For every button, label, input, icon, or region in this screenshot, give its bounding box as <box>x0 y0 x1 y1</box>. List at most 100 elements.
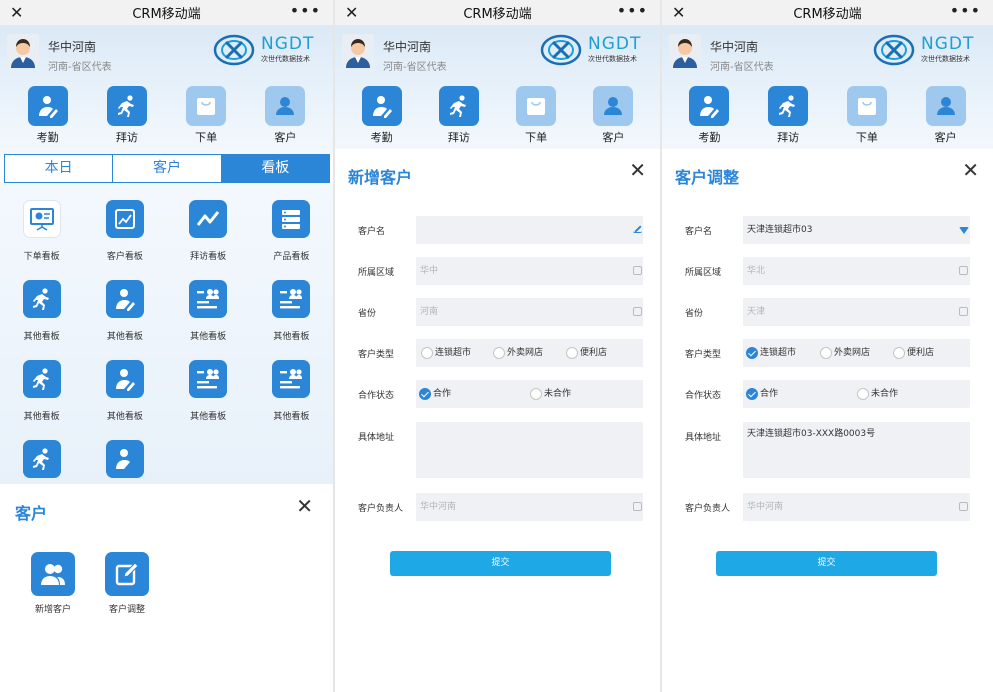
pencil-icon <box>633 224 642 233</box>
logo-mark-icon <box>873 34 915 66</box>
type-radio-convenience[interactable]: 便利店 <box>566 347 607 359</box>
add-customer-button[interactable]: 新增客户 <box>30 552 76 615</box>
board-item-other[interactable]: 其他看板 <box>83 280 166 342</box>
shortcut-visit[interactable]: 拜访 <box>759 86 817 145</box>
logo-subtitle: 次世代数据技术 <box>921 55 970 63</box>
shortcut-attendance[interactable]: 考勤 <box>353 86 411 145</box>
presentation-icon <box>22 200 61 238</box>
field-label: 具体地址 <box>358 433 395 443</box>
close-icon[interactable]: ✕ <box>962 158 979 182</box>
radio-label: 合作 <box>760 389 779 399</box>
shortcut-attendance[interactable]: 考勤 <box>19 86 77 145</box>
customer-type-row: 客户类型 连锁超市 外卖网店 便利店 <box>335 339 660 367</box>
customer-type-group: 连锁超市 外卖网店 便利店 <box>743 339 970 367</box>
board-item-other[interactable]: 其他看板 <box>167 280 250 342</box>
board-label: 其他看板 <box>23 412 60 422</box>
submit-button[interactable]: 提交 <box>716 551 937 576</box>
shopping-bag-icon <box>186 86 227 126</box>
runner-icon <box>22 440 61 478</box>
board-item-orders[interactable]: 下单看板 <box>0 200 83 262</box>
radio-circle <box>493 347 505 359</box>
shortcut-bar: 考勤 拜访 下单 客户 <box>662 86 993 145</box>
person-edit-icon <box>105 280 144 318</box>
board-item-other[interactable]: 其他看板 <box>0 360 83 422</box>
more-icon[interactable]: ••• <box>950 1 981 20</box>
status-row: 合作状态 合作 未合作 <box>662 380 993 408</box>
field-label: 省份 <box>685 309 704 319</box>
tab-board[interactable]: 看板 <box>221 155 329 182</box>
status-group: 合作 未合作 <box>416 380 643 408</box>
shortcut-label: 客户 <box>274 131 297 144</box>
region-field[interactable]: 华北 <box>743 257 970 285</box>
shortcut-customer[interactable]: 客户 <box>256 86 314 145</box>
board-item-other[interactable]: 其他看板 <box>0 280 83 342</box>
shortcut-visit[interactable]: 拜访 <box>98 86 156 145</box>
address-textarea[interactable] <box>416 422 643 478</box>
type-radio-online[interactable]: 外卖网店 <box>493 347 543 359</box>
region-row: 所属区域 华中 <box>335 257 660 285</box>
region-field[interactable]: 华中 <box>416 257 643 285</box>
users-icon <box>31 552 75 596</box>
province-row: 省份 河南 <box>335 298 660 326</box>
close-icon[interactable]: ✕ <box>10 3 23 22</box>
shortcut-order[interactable]: 下单 <box>177 86 235 145</box>
board-item-other[interactable]: 其他看板 <box>83 360 166 422</box>
edit-customer-form: 客户调整 ✕ 客户名 天津连锁超市03 所属区域 华北 省份 天津 客户类型 连锁超市… <box>662 149 993 692</box>
runner-icon <box>438 86 479 126</box>
shortcut-customer[interactable]: 客户 <box>917 86 975 145</box>
customer-name-input[interactable] <box>416 216 643 244</box>
scan-icon <box>633 307 642 316</box>
user-name: 华中河南 <box>383 40 432 54</box>
tab-customer[interactable]: 客户 <box>113 155 222 182</box>
more-icon[interactable]: ••• <box>617 1 648 20</box>
board-label: 其他看板 <box>190 412 227 422</box>
type-radio-chain[interactable]: 连锁超市 <box>746 347 796 359</box>
dropdown-arrow-icon[interactable] <box>959 227 969 234</box>
board-item-products[interactable]: 产品看板 <box>250 200 333 262</box>
add-customer-form: 新增客户 ✕ 客户名 所属区域 华中 省份 河南 客户类型 连锁超市 外卖网店 便利… <box>335 149 660 692</box>
avatar <box>342 34 374 68</box>
customer-select[interactable]: 天津连锁超市03 <box>743 216 970 244</box>
submit-button[interactable]: 提交 <box>390 551 611 576</box>
person-icon <box>593 86 634 126</box>
radio-circle <box>893 347 905 359</box>
tab-today[interactable]: 本日 <box>5 155 114 182</box>
board-item-other[interactable]: 其他看板 <box>167 360 250 422</box>
status-row: 合作状态 合作 未合作 <box>335 380 660 408</box>
scan-icon <box>959 266 968 275</box>
type-radio-online[interactable]: 外卖网店 <box>820 347 870 359</box>
board-item-customers[interactable]: 客户看板 <box>83 200 166 262</box>
owner-field[interactable]: 华中河南 <box>416 493 643 521</box>
board-label: 其他看板 <box>273 412 310 422</box>
close-icon[interactable]: ✕ <box>672 3 685 22</box>
board-item-other[interactable]: 其他看板 <box>250 280 333 342</box>
board-item-other[interactable]: 其他看板 <box>250 360 333 422</box>
province-field[interactable]: 河南 <box>416 298 643 326</box>
shortcut-visit[interactable]: 拜访 <box>430 86 488 145</box>
status-radio-cooperating[interactable]: 合作 <box>419 388 451 400</box>
address-textarea[interactable]: 天津连锁超市03-XXX路0003号 <box>743 422 970 478</box>
radio-circle <box>857 388 869 400</box>
close-icon[interactable]: ✕ <box>345 3 358 22</box>
board-item-visits[interactable]: 拜访看板 <box>167 200 250 262</box>
province-field[interactable]: 天津 <box>743 298 970 326</box>
shortcut-attendance[interactable]: 考勤 <box>680 86 738 145</box>
type-radio-chain[interactable]: 连锁超市 <box>421 347 471 359</box>
app-title: CRM移动端 <box>132 7 201 22</box>
edit-customer-button[interactable]: 客户调整 <box>104 552 150 615</box>
type-radio-convenience[interactable]: 便利店 <box>893 347 934 359</box>
close-icon[interactable]: ✕ <box>296 494 313 518</box>
board-label: 下单看板 <box>23 252 60 262</box>
close-icon[interactable]: ✕ <box>629 158 646 182</box>
shortcut-order[interactable]: 下单 <box>838 86 896 145</box>
shortcut-customer[interactable]: 客户 <box>584 86 642 145</box>
status-radio-not-cooperating[interactable]: 未合作 <box>530 388 571 400</box>
shortcut-label: 考勤 <box>698 131 721 144</box>
profile-header: 华中河南 河南-省区代表 NGDT 次世代数据技术 考勤 拜访 下单 客户 <box>0 25 333 155</box>
owner-field[interactable]: 华中河南 <box>743 493 970 521</box>
shortcut-order[interactable]: 下单 <box>507 86 565 145</box>
status-radio-not-cooperating[interactable]: 未合作 <box>857 388 898 400</box>
radio-label: 便利店 <box>580 348 608 358</box>
status-radio-cooperating[interactable]: 合作 <box>746 388 778 400</box>
more-icon[interactable]: ••• <box>290 1 321 20</box>
